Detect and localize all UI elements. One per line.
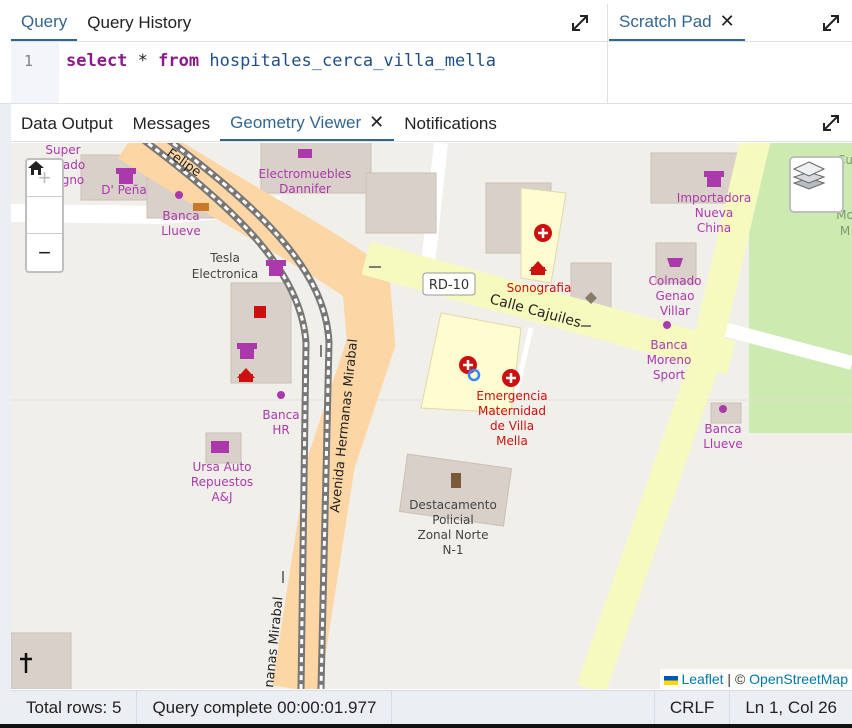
poi-label: Repuestos [191,475,253,489]
poi-label: Electronica [192,267,259,281]
poi-label: Banca [262,408,299,422]
hospital-icon [534,224,552,242]
status-bar: Total rows: 5 Query complete 00:00:01.97… [11,690,852,724]
zoom-control: + − [25,158,64,273]
scratch-pad-tabs: Scratch Pad ✕ [609,4,852,42]
line-ending[interactable]: CRLF [655,691,731,724]
poi-label: Sonografia [507,281,572,295]
poi-label: M [840,224,850,238]
poi-label: Mella [496,434,528,448]
poi-label: Importadora [677,191,751,205]
poi-label: Genao [656,289,695,303]
total-rows: Total rows: 5 [11,691,138,724]
poi-label: N-1 [443,543,464,557]
cursor-position: Ln 1, Col 26 [745,697,837,717]
tab-messages[interactable]: Messages [123,106,220,141]
scratch-pad-pane: Scratch Pad ✕ [609,4,852,104]
tab-geometry-viewer[interactable]: Geometry Viewer ✕ [220,106,395,141]
code-editor[interactable]: 1 select * from hospitales_cerca_villa_m… [11,42,607,103]
sql-line[interactable]: select * from hospitales_cerca_villa_mel… [66,51,496,71]
expand-icon[interactable] [822,14,840,37]
poi-label: Llueve [703,437,743,451]
poi-label: Dannifer [279,182,331,196]
poi-label: China [697,221,731,235]
poi-label: HR [272,423,289,437]
tab-notifications[interactable]: Notifications [394,106,507,141]
geometry-map[interactable]: RD-10 Calle Cajuiles Felipe Avenida Herm… [11,143,852,689]
close-icon[interactable]: ✕ [720,11,735,32]
poi-label: de Villa [490,419,534,433]
query-editor-tabs: Query Query History [11,4,607,42]
scratch-pad-label: Scratch Pad [619,11,712,31]
home-button[interactable] [27,161,62,234]
poi-label: Sport [653,368,686,382]
output-tabs: Data Output Messages Geometry Viewer ✕ N… [11,106,852,142]
hospital-icon [459,356,477,374]
poi-label: Tesla [209,251,240,265]
ukraine-flag-icon [664,675,679,685]
layers-button[interactable] [789,156,844,213]
poi-label: Nueva [695,206,733,220]
poi-label: Policial [432,513,473,527]
map-attribution: Leaflet | © OpenStreetMap [660,669,852,689]
expand-icon[interactable] [571,14,589,37]
poi-label: D' Peña [101,183,147,197]
tab-data-output[interactable]: Data Output [11,106,123,141]
attribution-separator: | © [727,671,746,687]
left-edge-strip [0,0,11,728]
poi-label: Banca [650,338,687,352]
poi-label: Zonal Norte [417,528,488,542]
geometry-viewer-label: Geometry Viewer [230,112,362,132]
poi-label: Destacamento [409,498,497,512]
poi-label: ado [63,158,85,172]
openstreetmap-link[interactable]: OpenStreetMap [749,671,848,687]
poi-label: Llueve [161,224,201,238]
bottom-edge [0,724,852,728]
poi-label: Villar [660,304,690,318]
expand-icon[interactable] [822,114,840,137]
poi-label: Super [45,143,80,157]
close-icon[interactable]: ✕ [369,112,384,133]
poi-label: Banca [162,209,199,223]
status-spacer [392,691,655,724]
tab-scratch-pad[interactable]: Scratch Pad ✕ [609,4,745,41]
map-tiles: RD-10 Calle Cajuiles Felipe Avenida Herm… [11,143,852,689]
zoom-out-button[interactable]: − [27,234,62,271]
poi-label: Electromuebles [259,167,352,181]
query-status: Query complete 00:00:01.977 [137,691,393,724]
poi-label: gno [62,173,85,187]
sql-keyword-select: select [66,51,128,71]
hospital-icon [502,369,520,387]
query-editor-pane: Query Query History 1 select * from hosp… [11,4,608,104]
poi-label: A&J [211,490,232,504]
tab-query[interactable]: Query [11,4,78,41]
poi-label: Moreno [647,353,692,367]
poi-label: Ursa Auto [193,460,252,474]
sql-keyword-from: from [158,51,200,71]
scratch-pad-editor[interactable] [609,42,852,103]
road-label-rd10: RD-10 [429,278,469,293]
poi-label: Colmado [648,274,701,288]
poi-label: Emergencia [476,389,547,403]
line-number: 1 [11,42,59,103]
poi-label: Maternidad [478,404,546,418]
leaflet-link[interactable]: Leaflet [681,671,723,687]
tab-query-history[interactable]: Query History [77,4,201,41]
sql-star: * [137,51,148,71]
sql-table-name: hospitales_cerca_villa_mella [209,51,496,71]
poi-label: Banca [704,422,741,436]
